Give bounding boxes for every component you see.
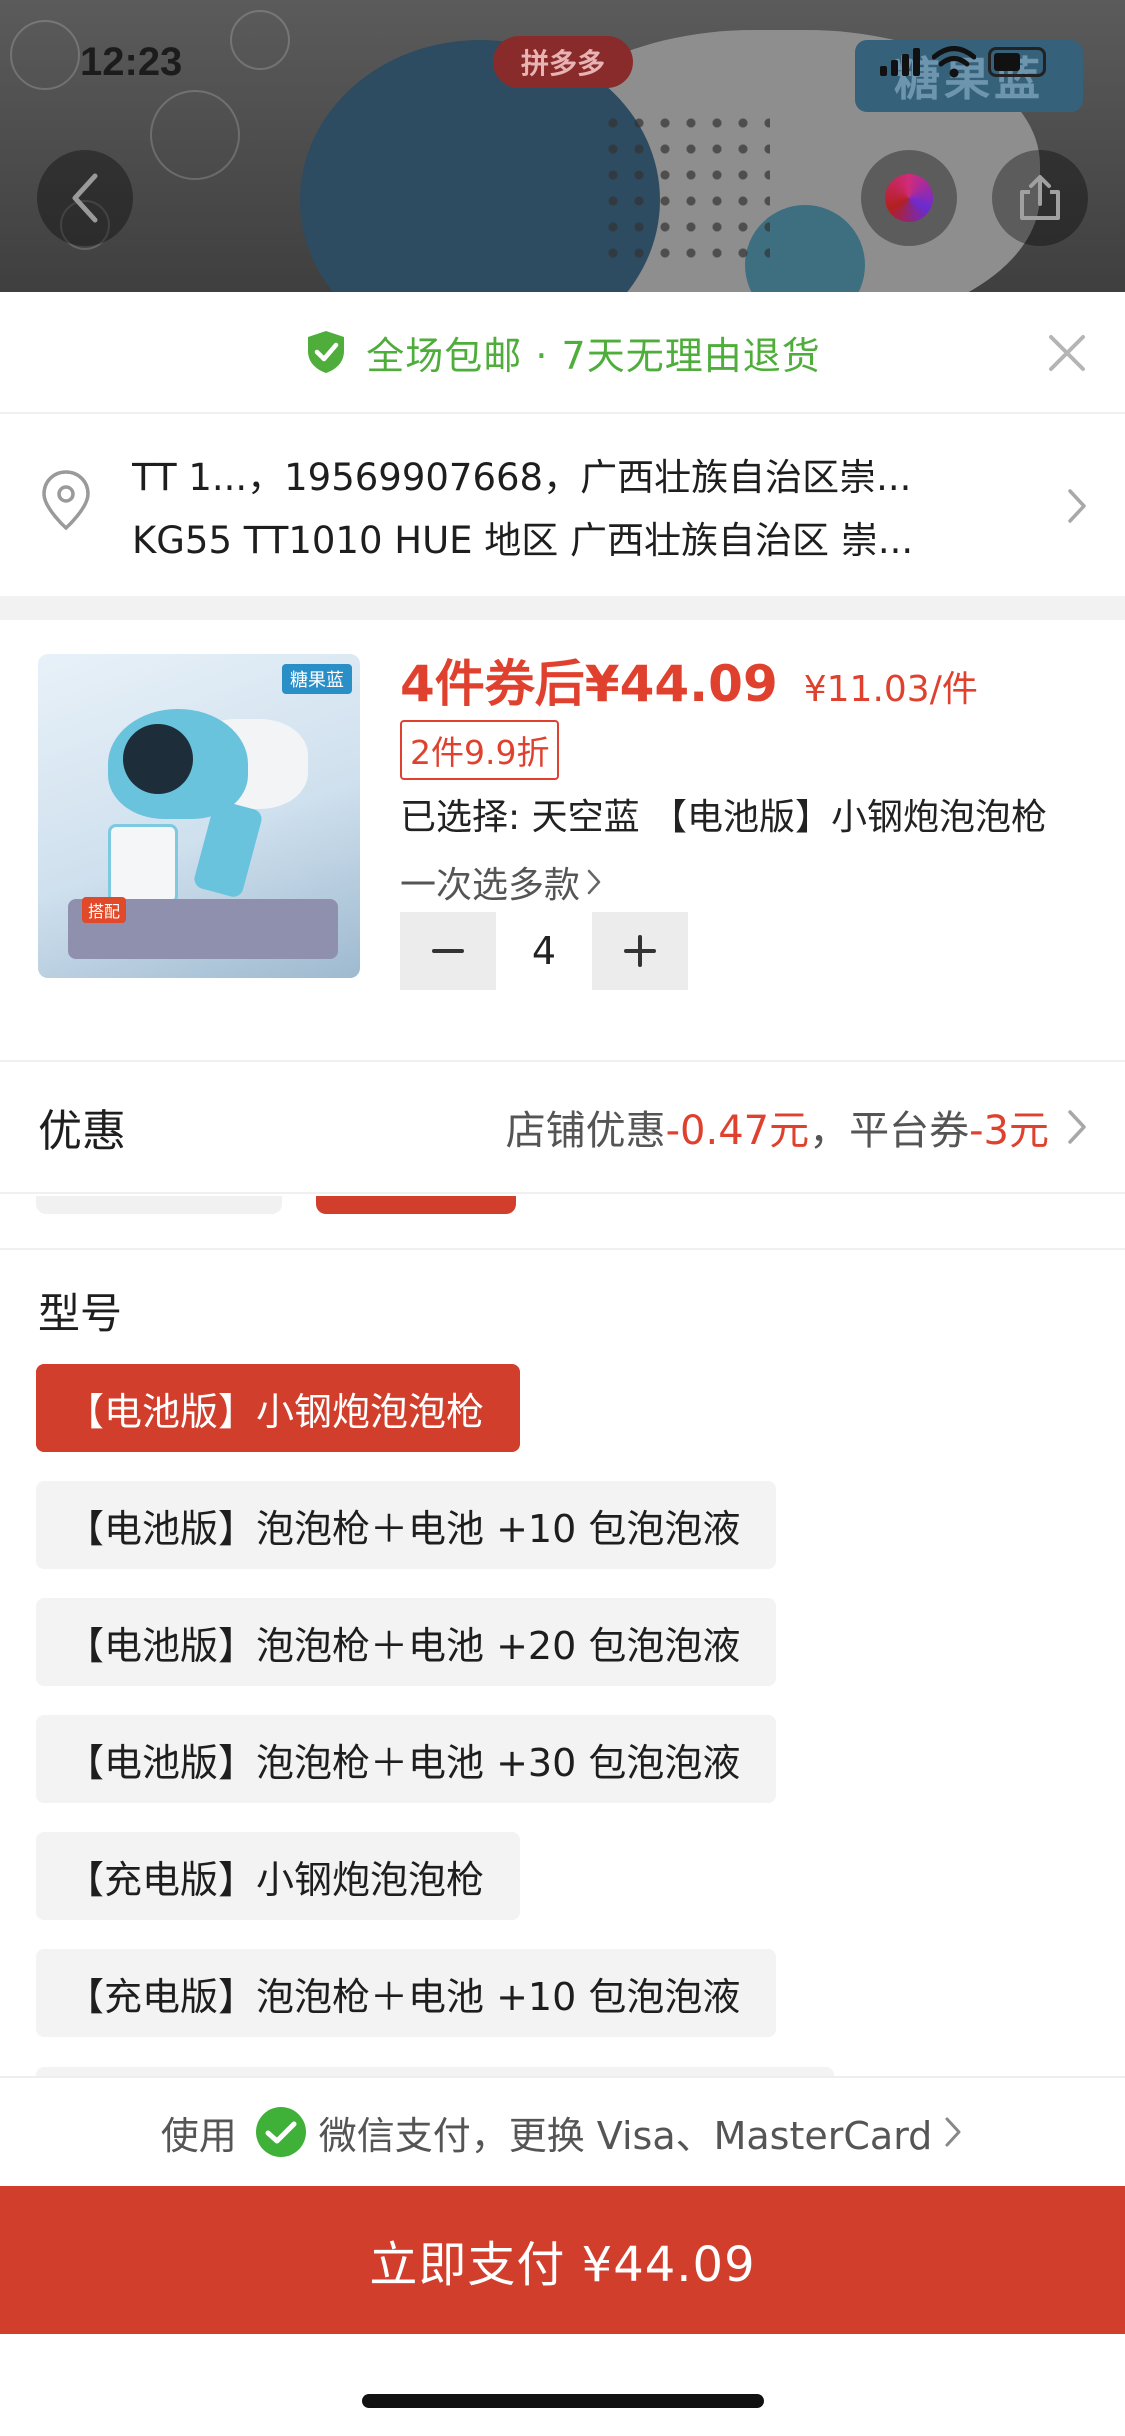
thumbnail-gun-nozzle [123, 724, 193, 794]
quantity-value[interactable]: 4 [496, 929, 592, 973]
thumbnail-bundle-tag: 搭配 [82, 897, 127, 923]
back-button[interactable] [37, 150, 133, 246]
chevron-right-icon [945, 2117, 961, 2147]
product-page-backdrop: 12:23 拼多多 糖果蓝 [0, 0, 1125, 292]
address-row[interactable]: TT 1...，19569907668，广西壮族自治区崇... KG55 TT1… [0, 414, 1125, 596]
discount-title: 优惠 [38, 1106, 126, 1157]
status-time: 12:23 [80, 40, 183, 84]
coupon-price: 4件券后¥44.09 [400, 655, 778, 713]
backdrop-bubble [230, 10, 290, 70]
multi-select-link[interactable]: 一次选多款 [400, 856, 602, 908]
price-row: 4件券后¥44.09 ¥11.03/件 [400, 644, 978, 716]
backdrop-speaker-dots [600, 110, 770, 260]
battery-icon [988, 47, 1046, 77]
wechat-pay-icon [255, 2107, 306, 2157]
location-pin-icon [42, 470, 90, 531]
shipping-notice: 全场包邮 · 7天无理由退货 [0, 292, 1125, 414]
close-icon[interactable] [1045, 331, 1089, 375]
minus-icon [432, 949, 464, 953]
address-line-2: KG55 TT1010 HUE 地区 广西壮族自治区 崇... [132, 519, 914, 562]
payment-method-text: 微信支付，更换 Visa、MasterCard [318, 2113, 933, 2158]
platform-badge: 拼多多 [493, 36, 633, 88]
address-line-1: TT 1...，19569907668，广西壮族自治区崇... [132, 456, 912, 499]
chevron-right-icon [1068, 1110, 1086, 1144]
chevron-right-icon [1068, 489, 1086, 523]
payment-method-row[interactable]: 使用 微信支付，更换 Visa、MasterCard [0, 2076, 1125, 2186]
payment-use-label: 使用 [160, 2113, 237, 2158]
model-option[interactable]: 【电池版】泡泡枪＋电池 +30 包泡泡液 [36, 1715, 777, 1803]
address-text: TT 1...，19569907668，广西壮族自治区崇... KG55 TT1… [132, 446, 1002, 572]
shop-discount-value: -0.47元 [665, 1108, 810, 1154]
increment-button[interactable] [592, 912, 688, 990]
discount-tag: 2件9.9折 [400, 720, 560, 780]
plus-icon [624, 935, 656, 967]
model-options: 【电池版】小钢炮泡泡枪 【电池版】泡泡枪＋电池 +10 包泡泡液 【电池版】泡泡… [36, 1364, 1096, 2066]
discount-row[interactable]: 优惠 店铺优惠-0.47元，平台券-3元 [0, 1060, 1125, 1194]
product-thumbnail[interactable]: 糖果蓝 搭配 [38, 654, 360, 978]
shop-discount-label: 店铺优惠 [505, 1108, 666, 1154]
platform-coupon-value: -3元 [969, 1108, 1049, 1154]
discount-detail: 店铺优惠-0.47元，平台券-3元 [506, 1098, 1049, 1156]
thumbnail-bottle [108, 824, 178, 904]
multi-select-label: 一次选多款 [400, 865, 581, 906]
home-indicator[interactable] [362, 2394, 764, 2408]
share-button[interactable] [992, 150, 1088, 246]
status-icons [880, 46, 1046, 78]
decrement-button[interactable] [400, 912, 496, 990]
model-option[interactable]: 【电池版】小钢炮泡泡枪 [36, 1364, 521, 1452]
model-option[interactable]: 【电池版】泡泡枪＋电池 +20 包泡泡液 [36, 1598, 777, 1686]
discount-separator: ， [809, 1108, 850, 1154]
section-gap [0, 596, 1125, 620]
product-summary: 糖果蓝 搭配 4件券后¥44.09 ¥11.03/件 2件9.9折 已选择: 天… [0, 620, 1125, 1060]
chevron-left-icon [72, 173, 98, 223]
platform-coupon-label: 平台券 [849, 1108, 970, 1154]
shield-check-icon [308, 331, 345, 373]
backdrop-bubble [150, 90, 240, 180]
model-option[interactable]: 【电池版】泡泡枪＋电池 +10 包泡泡液 [36, 1481, 777, 1569]
notice-text: 全场包邮 · 7天无理由退货 [366, 333, 821, 378]
wifi-icon [932, 46, 976, 78]
backdrop-bubble [10, 20, 80, 90]
quantity-stepper: 4 [400, 912, 688, 990]
order-sheet: 全场包邮 · 7天无理由退货 TT 1...，19569907668，广西壮族自… [0, 292, 1125, 2436]
model-option[interactable]: 【充电版】泡泡枪＋电池 +10 包泡泡液 [36, 1949, 777, 2037]
signal-icon [880, 48, 920, 76]
thumbnail-color-label: 糖果蓝 [282, 664, 352, 694]
section-divider [0, 1248, 1125, 1250]
share-icon [1020, 175, 1060, 220]
model-option[interactable]: 【充电版】小钢炮泡泡枪 [36, 1832, 521, 1920]
shop-swirl-icon [885, 174, 933, 222]
color-option-selected-peek[interactable] [316, 1196, 516, 1214]
shop-action-button[interactable] [861, 150, 957, 246]
model-section-title: 型号 [38, 1289, 123, 1338]
unit-price: ¥11.03/件 [803, 669, 978, 710]
selected-variant: 已选择: 天空蓝 【电池版】小钢炮泡泡枪 [400, 797, 1048, 838]
color-option-peek[interactable] [36, 1196, 282, 1214]
pay-now-button[interactable]: 立即支付 ¥44.09 [0, 2186, 1125, 2334]
chevron-right-icon [587, 869, 601, 895]
